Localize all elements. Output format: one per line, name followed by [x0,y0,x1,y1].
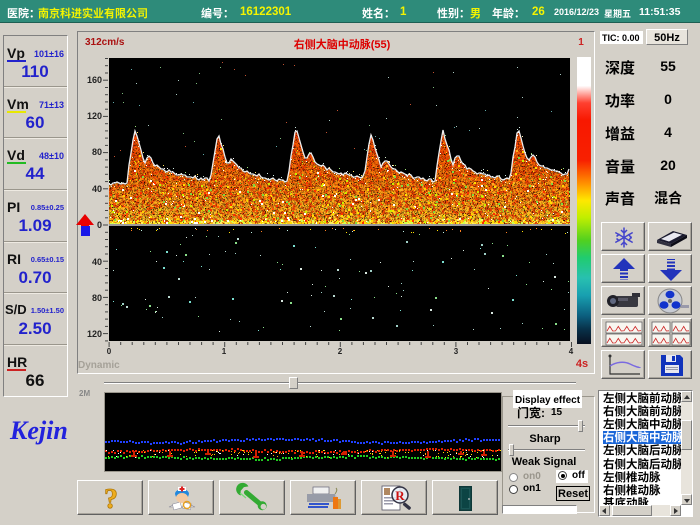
svg-text:?: ? [104,484,118,515]
svg-text:R: R [395,488,405,503]
